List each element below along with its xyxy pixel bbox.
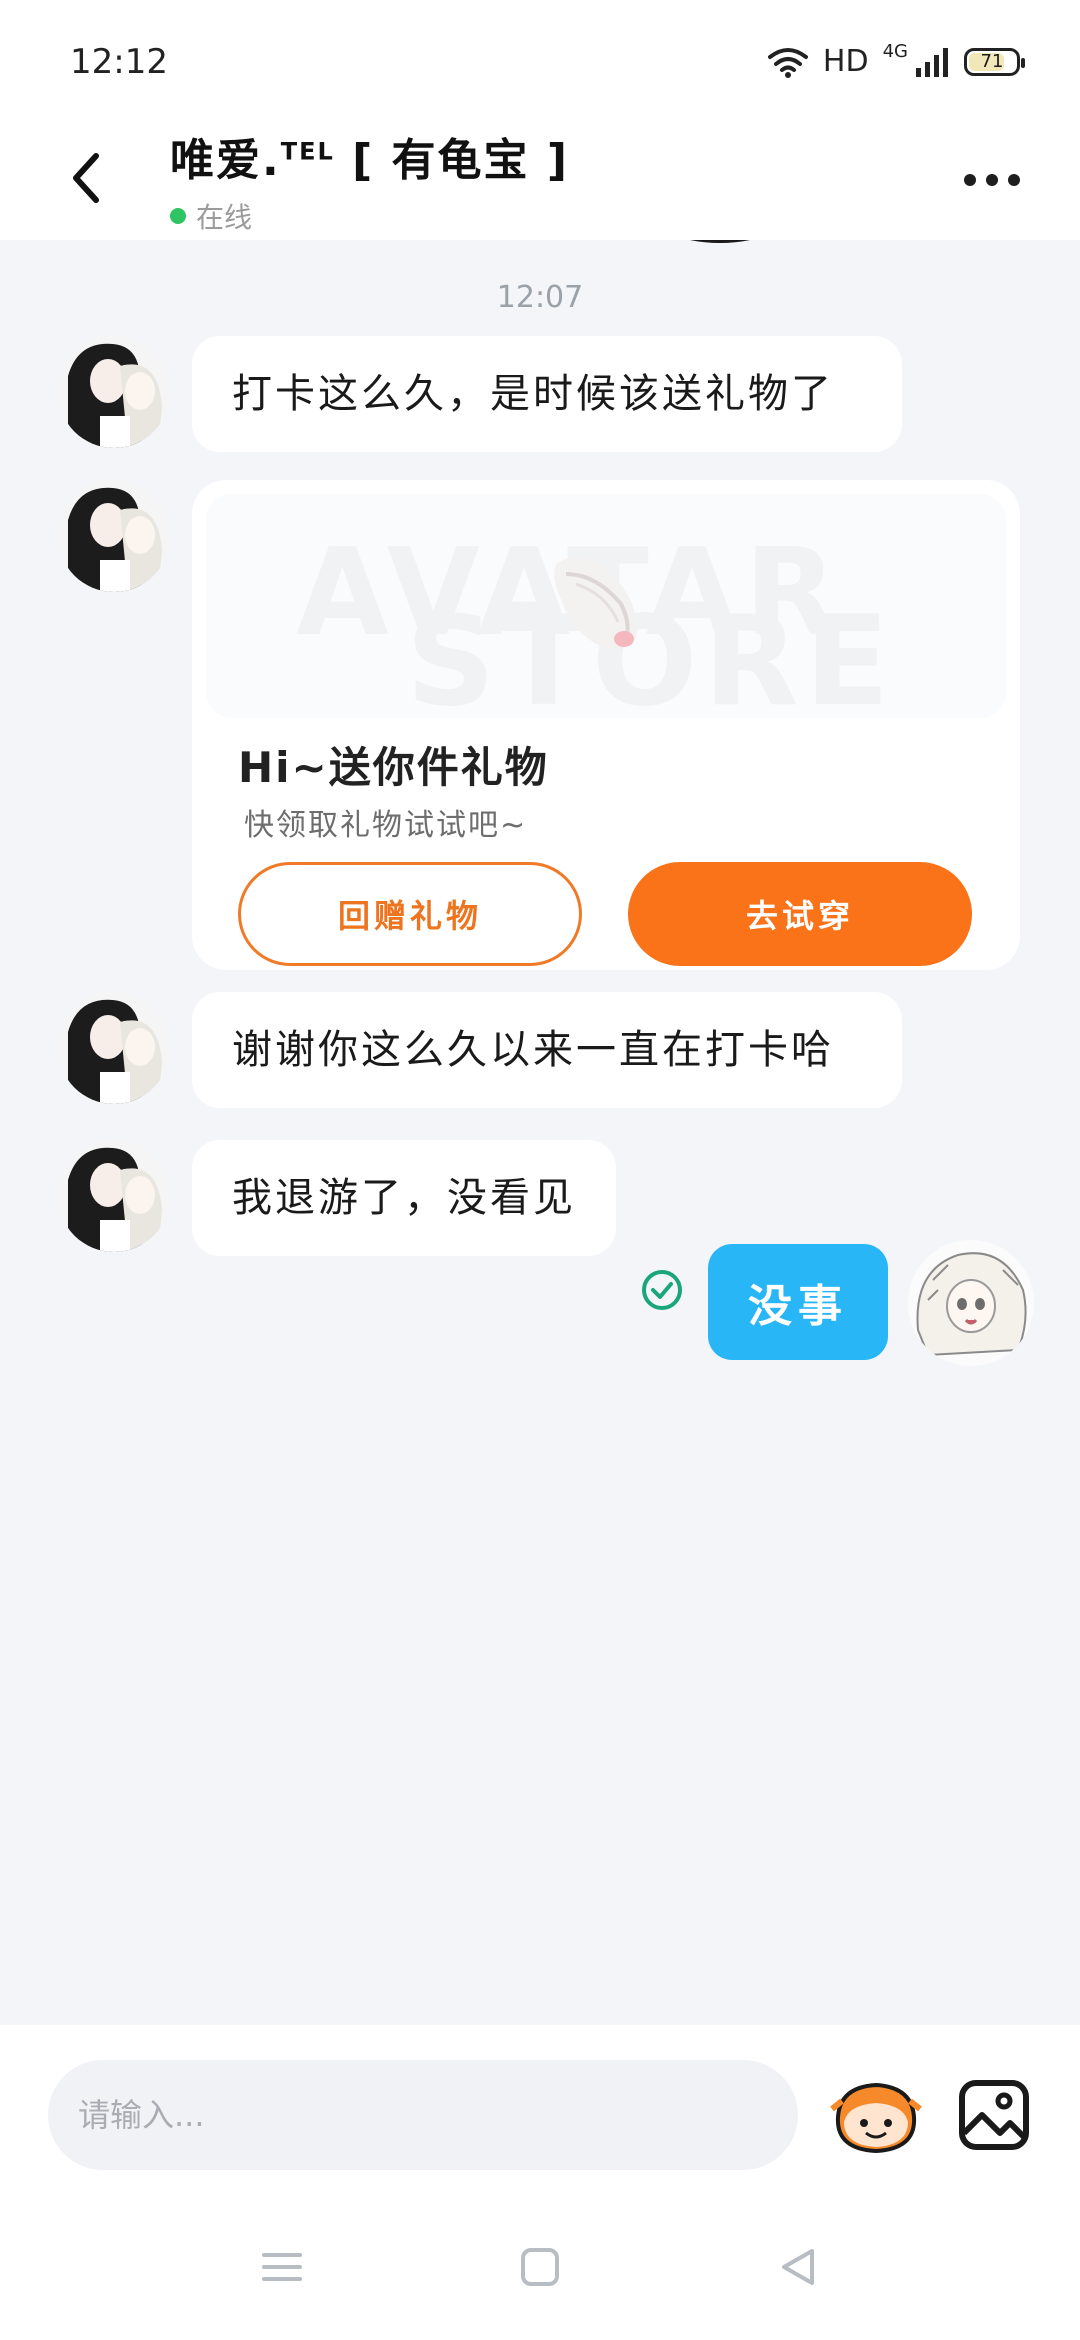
back-arrow-icon [73, 153, 99, 203]
nav-home-button[interactable] [510, 2239, 570, 2295]
input-bar [0, 2025, 1080, 2195]
gift-title: Hi~送你件礼物 [238, 743, 549, 792]
more-dots-icon [1008, 174, 1020, 186]
status-bar: 12:12 HD 4G 71 [0, 0, 1080, 120]
avatar-image [58, 336, 170, 448]
battery-icon: 71 [964, 47, 1025, 76]
my-message-bubble[interactable]: 没事 [708, 1244, 888, 1360]
gift-item-image [554, 557, 637, 649]
hd-indicator: HD [822, 44, 869, 79]
contact-name-suffix: [ 有龟宝 ] [334, 135, 569, 186]
contact-avatar[interactable] [58, 480, 170, 592]
try-on-button[interactable]: 去试穿 [628, 862, 972, 966]
gift-card[interactable]: AVATAR STORE Hi~送你件礼物 快领取礼物试试吧~ 回赠礼物 去试穿 [192, 480, 1020, 970]
return-gift-button[interactable]: 回赠礼物 [238, 862, 582, 966]
message-input[interactable] [48, 2060, 798, 2170]
avatar-image [58, 1140, 170, 1252]
contact-avatar[interactable] [58, 336, 170, 448]
nav-back-button[interactable] [768, 2239, 828, 2295]
wifi-icon [767, 47, 808, 78]
more-dots-icon [964, 174, 976, 186]
online-status: 在线 [170, 196, 569, 236]
chat-header: 唯爱.TEL [ 有龟宝 ] 在线 [0, 120, 1080, 240]
check-circle-icon [642, 1270, 682, 1310]
message-bubble[interactable]: 打卡这么久，是时候该送礼物了 [192, 336, 902, 452]
more-dots-icon [986, 174, 998, 186]
avatar-image [908, 1240, 1034, 1366]
contact-avatar[interactable] [58, 1140, 170, 1252]
nav-menu-icon [262, 2253, 302, 2281]
network-type: 4G [882, 41, 908, 62]
status-icons: HD 4G 71 [767, 41, 1025, 79]
message-bubble[interactable]: 谢谢你这么久以来一直在打卡哈 [192, 992, 902, 1108]
contact-info: 唯爱.TEL [ 有龟宝 ] 在线 [170, 124, 569, 236]
gift-preview[interactable]: AVATAR STORE [206, 494, 1006, 718]
message-timestamp: 12:07 [496, 280, 584, 315]
nav-back-icon [782, 2249, 814, 2285]
contact-name-sup: TEL [280, 137, 335, 166]
signal-icon [916, 47, 948, 77]
system-nav-bar [0, 2195, 1080, 2340]
back-button[interactable] [56, 138, 116, 218]
chat-area[interactable]: 12:07 打卡这么久，是时候该送礼物了 AVATAR STORE [0, 240, 1080, 2025]
contact-name-main: 唯爱. [170, 135, 281, 186]
avatar-image [58, 480, 170, 592]
avatar-image [58, 992, 170, 1104]
contact-avatar[interactable] [58, 992, 170, 1104]
online-dot [170, 208, 186, 224]
status-time: 12:12 [70, 42, 168, 82]
image-picker-icon [959, 2080, 1029, 2150]
my-avatar[interactable] [908, 1240, 1034, 1366]
emoji-mascot-icon [830, 2082, 922, 2154]
emoji-button[interactable] [830, 2077, 922, 2157]
battery-level: 71 [980, 51, 1004, 72]
gift-subtitle: 快领取礼物试试吧~ [244, 808, 528, 843]
nav-home-icon [521, 2248, 559, 2286]
image-button[interactable] [956, 2077, 1032, 2153]
more-button[interactable] [952, 150, 1032, 210]
nav-menu-button[interactable] [252, 2239, 312, 2295]
online-status-text: 在线 [196, 201, 253, 234]
contact-name[interactable]: 唯爱.TEL [ 有龟宝 ] [170, 124, 569, 188]
message-bubble[interactable]: 我退游了，没看见 [192, 1140, 616, 1256]
